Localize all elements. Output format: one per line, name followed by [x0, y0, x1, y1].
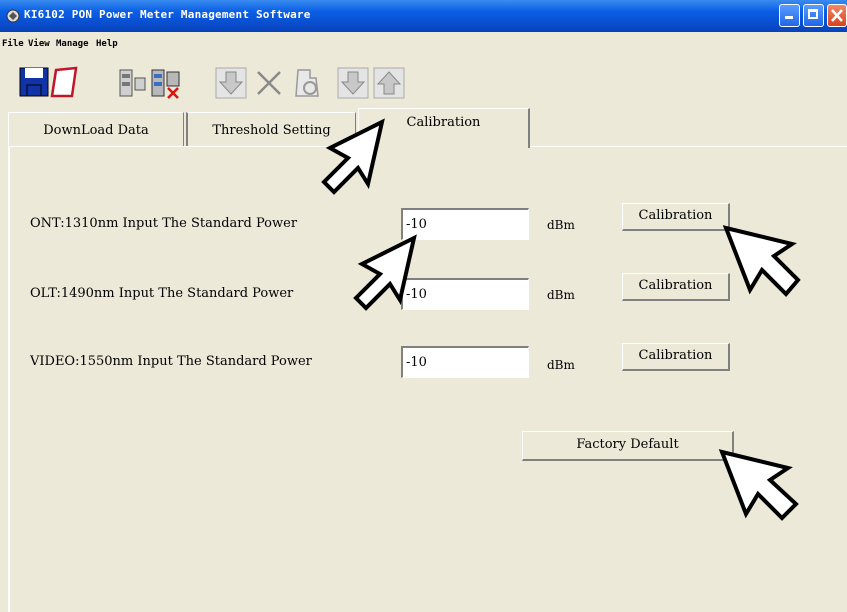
minimize-button[interactable] — [779, 4, 800, 27]
ont-label: ONT:1310nm Input The Standard Power — [30, 216, 298, 231]
open-icon[interactable] — [48, 66, 82, 100]
menu-help[interactable]: Help — [96, 39, 118, 49]
toolbar — [0, 60, 847, 104]
arrow-cursor-icon — [718, 449, 799, 521]
window-title: KI6102 PON Power Meter Management Softwa… — [24, 8, 311, 21]
download-alt-icon[interactable] — [336, 66, 370, 100]
device-icon[interactable] — [118, 66, 152, 100]
ont-calibration-button[interactable]: Calibration — [622, 203, 730, 231]
download-icon[interactable] — [214, 66, 248, 100]
tab-download-data-label: DownLoad Data — [43, 123, 149, 138]
calibration-panel: ONT:1310nm Input The Standard Power dBm … — [8, 146, 847, 612]
ont-unit: dBm — [547, 218, 575, 232]
tab-threshold-setting-label: Threshold Setting — [212, 123, 331, 138]
video-power-input[interactable] — [401, 346, 529, 378]
menu-manage[interactable]: Manage — [56, 39, 89, 49]
clear-icon[interactable] — [290, 66, 324, 100]
app-icon — [6, 9, 20, 23]
title-bar[interactable]: KI6102 PON Power Meter Management Softwa… — [0, 0, 847, 32]
tab-calibration-label: Calibration — [406, 115, 481, 130]
minimize-icon — [785, 16, 793, 19]
arrow-cursor-icon — [722, 225, 801, 297]
menu-view[interactable]: View — [28, 39, 50, 49]
device-remove-icon[interactable] — [150, 66, 184, 100]
maximize-button[interactable] — [803, 4, 824, 27]
video-label: VIDEO:1550nm Input The Standard Power — [30, 354, 312, 369]
video-unit: dBm — [547, 358, 575, 372]
olt-label: OLT:1490nm Input The Standard Power — [30, 286, 294, 301]
tab-download-data[interactable]: DownLoad Data — [8, 112, 184, 146]
olt-calibration-button[interactable]: Calibration — [622, 273, 730, 301]
video-calibration-button[interactable]: Calibration — [622, 343, 730, 371]
close-button[interactable] — [827, 4, 847, 27]
app-window: KI6102 PON Power Meter Management Softwa… — [0, 0, 847, 612]
save-icon[interactable] — [18, 66, 52, 100]
maximize-icon — [808, 9, 818, 19]
menu-file[interactable]: File — [2, 39, 24, 49]
olt-unit: dBm — [547, 288, 575, 302]
arrow-cursor-icon — [353, 234, 417, 311]
delete-icon[interactable] — [252, 66, 286, 100]
factory-default-button[interactable]: Factory Default — [522, 431, 734, 461]
upload-icon[interactable] — [372, 66, 406, 100]
close-icon — [831, 9, 843, 22]
arrow-cursor-icon — [321, 118, 385, 195]
menu-bar: File View Manage Help — [0, 36, 847, 54]
